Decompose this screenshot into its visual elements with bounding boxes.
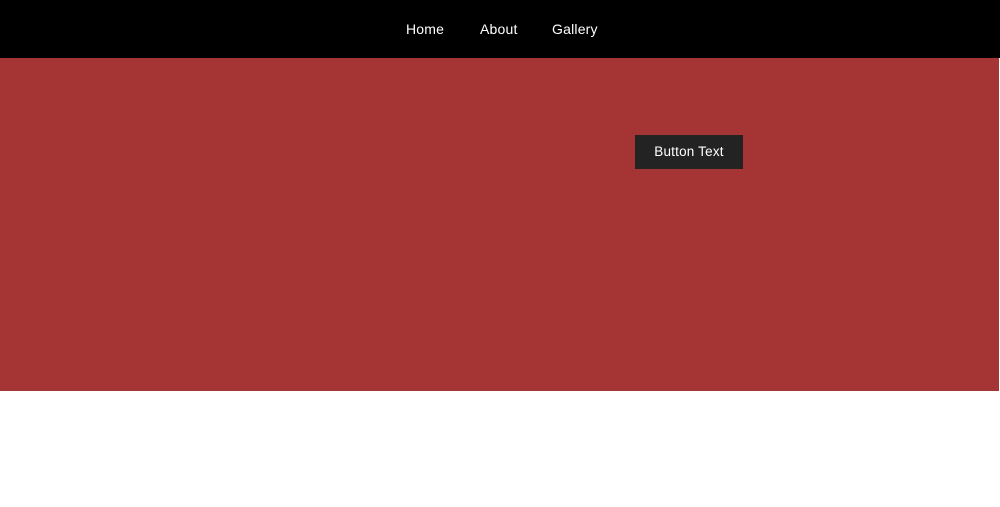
nav-link-gallery[interactable]: Gallery <box>552 20 598 38</box>
hero-cta-button[interactable]: Button Text <box>635 135 743 169</box>
blank-content-area <box>0 391 1000 507</box>
nav-link-home[interactable]: Home <box>406 20 444 38</box>
hero-section: Button Text <box>0 58 999 391</box>
nav-link-about[interactable]: About <box>480 20 518 38</box>
page: Home About Gallery Button Text <box>0 0 1000 507</box>
top-navigation-bar: Home About Gallery <box>0 0 1000 58</box>
